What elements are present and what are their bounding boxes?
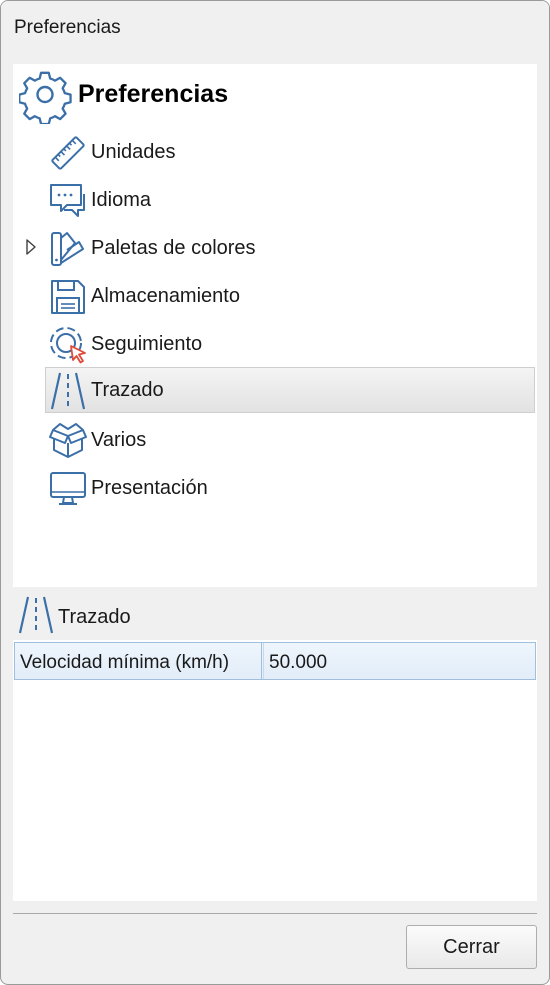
- tree-item-label: Trazado: [91, 379, 164, 401]
- tree-item-label: Seguimiento: [91, 333, 203, 355]
- road-icon: [17, 595, 55, 635]
- tree-item-label: Paletas de colores: [91, 237, 256, 259]
- tree-item-seguimiento[interactable]: Seguimiento: [45, 321, 535, 367]
- preferences-window: Preferencias Preferencias Unidades Idiom…: [0, 0, 550, 985]
- property-name-cell: Velocidad mínima (km/h): [15, 643, 262, 679]
- ruler-icon: [49, 134, 87, 172]
- tree-root-label: Preferencias: [78, 80, 229, 108]
- tree-root-preferences[interactable]: Preferencias: [17, 70, 517, 124]
- tree-item-trazado[interactable]: Trazado: [45, 367, 535, 413]
- close-button[interactable]: Cerrar: [406, 925, 537, 969]
- title-bar[interactable]: Preferencias: [1, 1, 549, 53]
- detail-header: Trazado: [13, 591, 537, 639]
- tree-item-varios[interactable]: Varios: [45, 417, 535, 463]
- tree-item-almacenamiento[interactable]: Almacenamiento: [45, 273, 535, 319]
- tracking-cursor-icon: [49, 326, 87, 364]
- property-value[interactable]: 50.000: [269, 652, 327, 674]
- preferences-tree[interactable]: Preferencias Unidades Idioma Paletas de …: [13, 64, 537, 587]
- tree-item-label: Unidades: [91, 141, 176, 163]
- floppy-disk-icon: [49, 278, 87, 316]
- tree-item-presentacion[interactable]: Presentación: [45, 465, 535, 511]
- expand-arrow-icon[interactable]: [25, 238, 37, 256]
- gear-icon: [19, 70, 73, 124]
- property-name: Velocidad mínima (km/h): [20, 652, 230, 673]
- window-title: Preferencias: [14, 17, 121, 38]
- color-swatches-icon: [49, 230, 87, 268]
- tree-item-label: Almacenamiento: [91, 285, 240, 307]
- detail-title: Trazado: [58, 606, 131, 628]
- tree-item-paletas-de-colores[interactable]: Paletas de colores: [45, 225, 535, 271]
- tree-item-label: Varios: [91, 429, 147, 451]
- road-icon: [49, 371, 87, 410]
- footer-separator: [13, 913, 537, 914]
- monitor-icon: [49, 470, 87, 508]
- boxes-icon: [49, 422, 87, 460]
- property-grid: Velocidad mínima (km/h) 50.000: [13, 640, 537, 901]
- tree-item-label: Presentación: [91, 477, 208, 499]
- speech-bubbles-icon: [49, 182, 87, 220]
- tree-item-idioma[interactable]: Idioma: [45, 177, 535, 223]
- property-value-field[interactable]: 50.000: [263, 643, 536, 679]
- tree-item-unidades[interactable]: Unidades: [45, 129, 535, 175]
- property-row[interactable]: Velocidad mínima (km/h) 50.000: [14, 642, 536, 680]
- tree-item-label: Idioma: [91, 189, 152, 211]
